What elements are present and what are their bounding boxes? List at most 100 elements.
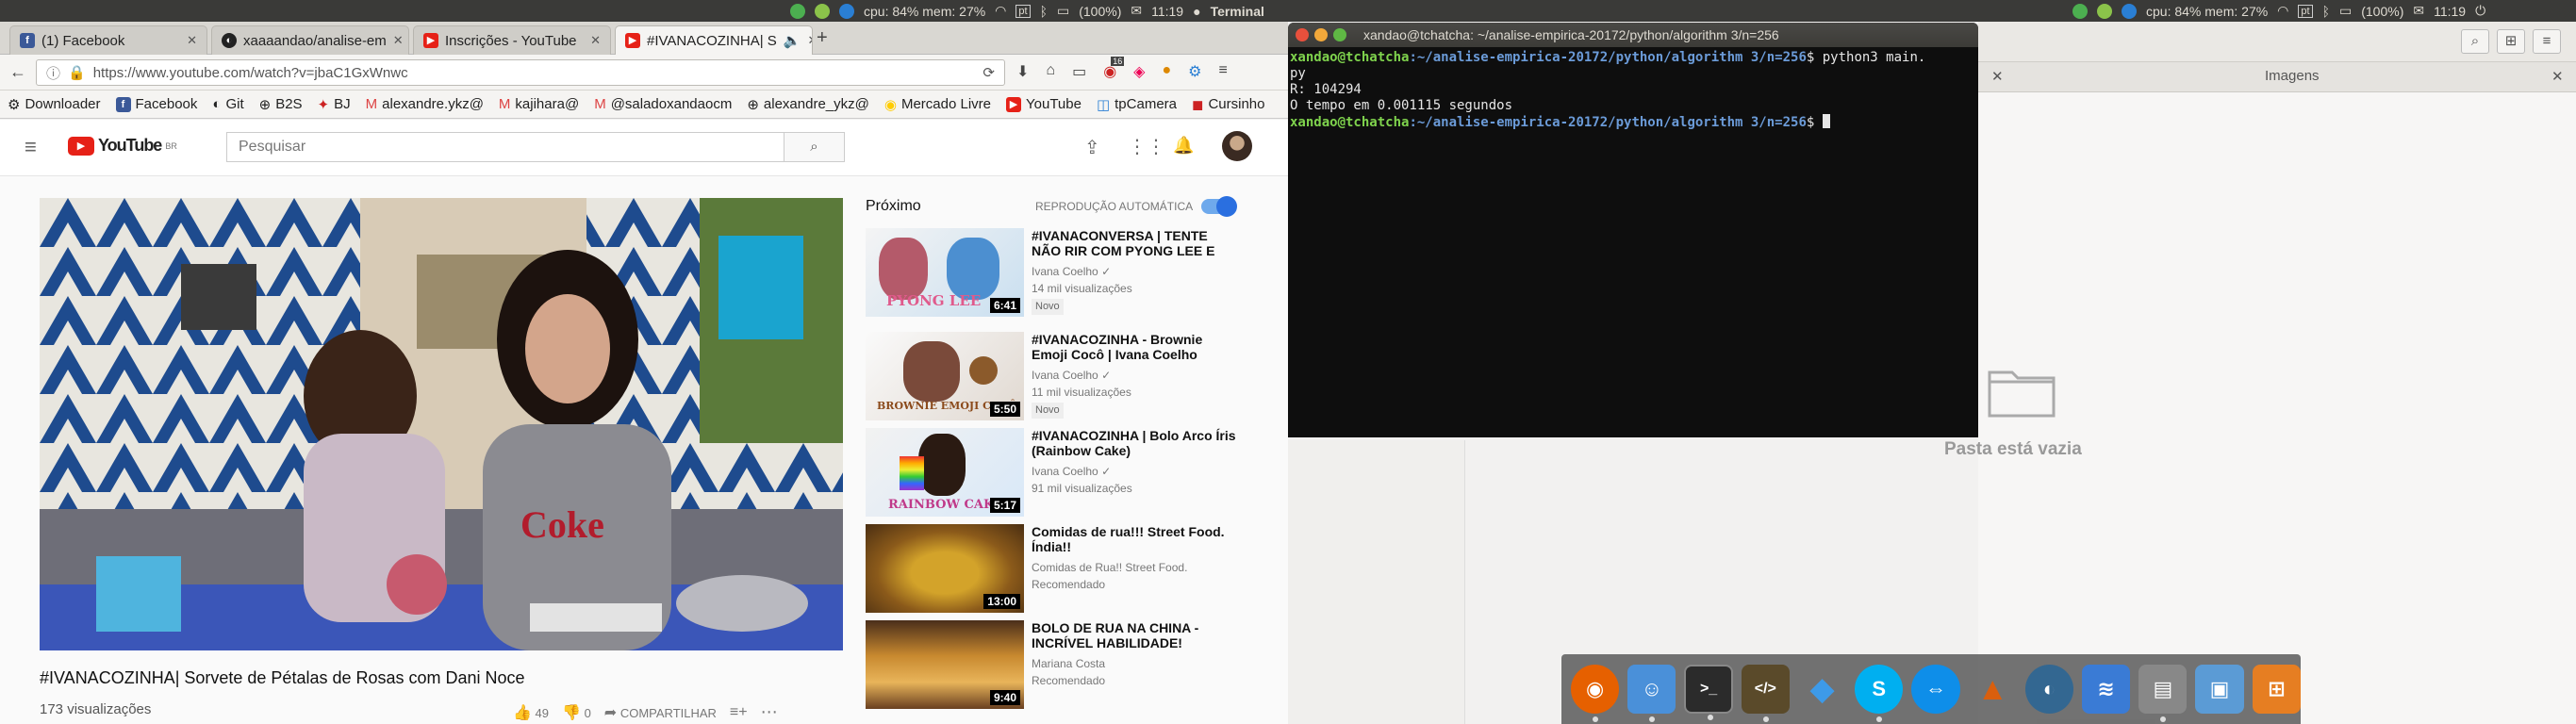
video-thumbnail[interactable]: BROWNIE EMOJI COCÔ 5:50 [866, 332, 1024, 420]
recommendation-item[interactable]: 9:40 BOLO DE RUA NA CHINA - INCRÍVEL HAB… [866, 620, 1252, 711]
bookmark-item[interactable]: Mkajihara@ [499, 96, 579, 112]
mysql-workbench-icon[interactable]: ≋ [2082, 665, 2131, 714]
mail-icon[interactable]: ✉ [2413, 3, 2424, 19]
close-tab-icon[interactable]: ✕ [2551, 68, 2564, 85]
back-arrow-icon[interactable]: ← [9, 62, 26, 82]
mail-icon[interactable]: ✉ [1131, 3, 1142, 19]
battery-icon[interactable]: ▭ [2339, 3, 2352, 19]
teamviewer-icon[interactable]: ⇔ [1911, 665, 1960, 714]
wifi-icon[interactable]: ◠ [995, 3, 1006, 19]
video-player[interactable]: Coke [40, 198, 843, 650]
battery-icon[interactable]: ▭ [1057, 3, 1069, 19]
menu-icon[interactable]: ≡ [2533, 29, 2561, 54]
audio-playing-icon[interactable]: 🔈 [784, 32, 801, 49]
clock[interactable]: 11:19 [1151, 4, 1183, 19]
cookie-icon[interactable]: ● [1162, 62, 1171, 81]
url-text[interactable]: https://www.youtube.com/watch?v=jbaC1GxW… [93, 65, 408, 81]
url-bar[interactable]: ⓘ 🔒 https://www.youtube.com/watch?v=jbaC… [36, 59, 1005, 86]
info-icon[interactable]: ⓘ [46, 63, 60, 83]
bookmark-item[interactable]: ◉ Mercado Livre [884, 96, 991, 113]
tab-github[interactable]: ◐ xaaaandao/analise-em ✕ [211, 25, 409, 55]
bookmark-item[interactable]: Malexandre.ykz@ [366, 96, 484, 112]
terminal-icon[interactable]: >_ [1684, 665, 1733, 720]
recommendation-item[interactable]: PYONG LEE 6:41 #IVANACONVERSA | TENTE NÃ… [866, 228, 1252, 319]
recommendation-channel[interactable]: Ivana Coelho ✓ [1032, 264, 1111, 280]
update-icon[interactable] [815, 3, 830, 19]
hamburger-menu-icon[interactable]: ≡ [25, 135, 37, 159]
bookmark-item[interactable]: ◼ Cursinho [1192, 96, 1264, 113]
skype-icon[interactable]: S [1855, 665, 1904, 722]
extension-icon[interactable]: ⚙ [1188, 62, 1201, 81]
video-thumbnail[interactable]: 13:00 [866, 524, 1024, 613]
recommendation-channel[interactable]: Ivana Coelho ✓ [1032, 368, 1111, 384]
minimize-window-icon[interactable] [1314, 28, 1328, 41]
tab-images[interactable]: Imagens [2265, 68, 2320, 84]
download-icon[interactable]: ⬇ [1016, 62, 1029, 81]
update-icon[interactable] [2097, 3, 2112, 19]
recommendation-item[interactable]: BROWNIE EMOJI COCÔ 5:50 #IVANACOZINHA - … [866, 332, 1252, 422]
addon-badge-icon[interactable]: ◉ 16 [1103, 57, 1125, 81]
recommendation-channel[interactable]: Ivana Coelho ✓ [1032, 464, 1111, 480]
new-tab-button[interactable]: + [817, 27, 828, 49]
search-button[interactable]: ⌕ [784, 132, 845, 162]
code-editor-icon[interactable]: </> [1741, 665, 1790, 722]
dislike-button[interactable]: 👎 0 [562, 703, 591, 722]
screenshot-icon[interactable]: ▭ [1072, 62, 1086, 81]
bookmark-item[interactable]: ⊕ B2S [259, 96, 303, 113]
notifications-bell-icon[interactable]: 🔔 [1173, 136, 1194, 156]
bookmark-item[interactable]: f Facebook [115, 96, 197, 112]
wifi-icon[interactable]: ◠ [2277, 3, 2288, 19]
shield-icon[interactable] [790, 3, 805, 19]
like-button[interactable]: 👍 49 [513, 703, 549, 722]
bookmark-item[interactable]: ◐ Git [212, 96, 243, 112]
apple-menu-icon[interactable]: ● [1193, 4, 1200, 19]
recommendation-item[interactable]: 13:00 Comidas de rua!!! Street Food. Índ… [866, 524, 1252, 615]
recommendation-title[interactable]: #IVANACOZINHA - Brownie Emoji Cocô | Iva… [1032, 332, 1239, 362]
close-window-icon[interactable] [1296, 28, 1309, 41]
teamviewer-tray-icon[interactable] [2122, 3, 2137, 19]
tab-youtube-video[interactable]: ▶ #IVANACOZINHA| S 🔈 ✕ [615, 25, 813, 55]
recommendation-title[interactable]: Comidas de rua!!! Street Food. Índia!! [1032, 524, 1239, 554]
search-icon[interactable]: ⌕ [2461, 29, 2489, 54]
terminal-output[interactable]: xandao@tchatcha:~/analise-empirica-20172… [1288, 47, 1978, 437]
apps-grid-icon[interactable]: ⋮⋮ [1128, 135, 1165, 158]
recommendation-channel[interactable]: Mariana Costa [1032, 656, 1105, 672]
bookmark-item[interactable]: ✦ BJ [318, 96, 351, 113]
reload-icon[interactable]: ⟳ [983, 64, 995, 81]
terminal-window[interactable]: xandao@tchatcha: ~/analise-empirica-2017… [1288, 23, 1978, 437]
more-options-icon[interactable]: ⋯ [761, 702, 778, 722]
bluetooth-icon[interactable]: ᛒ [2322, 4, 2330, 19]
keyboard-layout-icon[interactable]: pt [1016, 4, 1031, 18]
finder-icon[interactable]: ☺ [1627, 665, 1676, 722]
close-tab-icon[interactable]: ✕ [808, 33, 813, 48]
upload-icon[interactable]: ⇪ [1084, 136, 1100, 159]
firefox-icon[interactable]: ◉ [1571, 665, 1620, 722]
youtube-logo[interactable]: ▶ YouTube BR [68, 136, 177, 156]
virtualbox-icon[interactable]: ▣ [2195, 665, 2244, 714]
home-icon[interactable]: ⌂ [1046, 62, 1055, 81]
close-tab-icon[interactable]: ✕ [393, 33, 404, 48]
maximize-window-icon[interactable] [1333, 28, 1346, 41]
dropbox-icon[interactable]: ◆ [1798, 665, 1846, 714]
bookmark-item[interactable]: ⚙ Downloader [8, 96, 101, 113]
keyboard-layout-icon[interactable]: pt [2298, 4, 2313, 18]
close-tab-icon[interactable]: ✕ [187, 33, 197, 48]
teamviewer-tray-icon[interactable] [839, 3, 854, 19]
recommendation-item[interactable]: RAINBOW CAKE 5:17 #IVANACOZINHA | Bolo A… [866, 428, 1252, 518]
drive-icon[interactable]: ▤ [2138, 665, 2188, 722]
share-button[interactable]: ➦ COMPARTILHAR [604, 703, 717, 722]
tab-youtube-subscriptions[interactable]: ▶ Inscrições - YouTube ✕ [413, 25, 611, 55]
bookmark-item[interactable]: ▶ YouTube [1006, 96, 1082, 112]
bookmark-item[interactable]: ◫ tpCamera [1097, 96, 1177, 113]
bluetooth-icon[interactable]: ᛒ [1040, 4, 1048, 19]
avatar[interactable] [1222, 131, 1252, 161]
recommendation-channel[interactable]: Comidas de Rua!! Street Food. [1032, 560, 1187, 576]
autoplay-toggle[interactable] [1201, 196, 1237, 217]
bookmark-item[interactable]: M @saladoxandaocm [594, 96, 732, 112]
add-to-playlist-icon[interactable]: ≡+ [730, 704, 748, 721]
bookmark-item[interactable]: ⊕ alexandre_ykz@ [747, 96, 869, 113]
tab-facebook[interactable]: f (1) Facebook ✕ [9, 25, 207, 55]
close-tab-icon[interactable]: ✕ [1991, 68, 2004, 85]
terminal-titlebar[interactable]: xandao@tchatcha: ~/analise-empirica-2017… [1288, 23, 1978, 47]
matlab-icon[interactable]: ▲ [1969, 665, 2017, 714]
